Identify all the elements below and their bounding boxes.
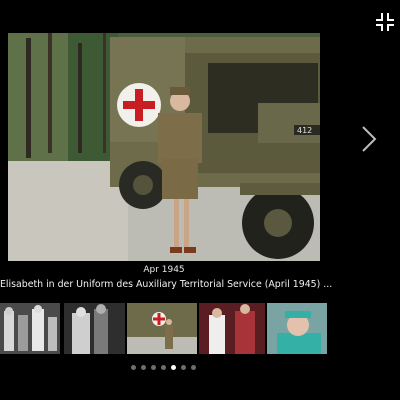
pagination-dot-6[interactable] xyxy=(181,365,186,370)
pagination-dot-5-active[interactable] xyxy=(171,365,176,370)
pagination-dots xyxy=(131,365,201,371)
pagination-dot-4[interactable] xyxy=(161,365,166,370)
image-viewer: 412 Apr 1945 Elisabeth in der Uniform de… xyxy=(0,0,400,400)
chevron-right-icon xyxy=(362,126,377,152)
fullscreen-exit-button[interactable] xyxy=(376,13,396,33)
svg-text:412: 412 xyxy=(297,126,312,135)
photo-date: Apr 1945 xyxy=(143,265,185,275)
pagination-dot-7[interactable] xyxy=(191,365,196,370)
next-image-button[interactable] xyxy=(358,124,380,154)
thumbnail-2[interactable] xyxy=(64,303,125,354)
thumbnail-3-selected[interactable] xyxy=(127,303,197,354)
pagination-dot-3[interactable] xyxy=(151,365,156,370)
thumbnail-5[interactable] xyxy=(267,303,327,354)
thumbnail-1[interactable] xyxy=(0,303,60,354)
pagination-dot-1[interactable] xyxy=(131,365,136,370)
pagination-dot-2[interactable] xyxy=(141,365,146,370)
main-photo: 412 xyxy=(8,33,320,261)
photo-caption: Elisabeth in der Uniform des Auxiliary T… xyxy=(0,279,333,290)
fullscreen-exit-icon xyxy=(376,13,394,31)
thumbnail-4[interactable] xyxy=(199,303,265,354)
